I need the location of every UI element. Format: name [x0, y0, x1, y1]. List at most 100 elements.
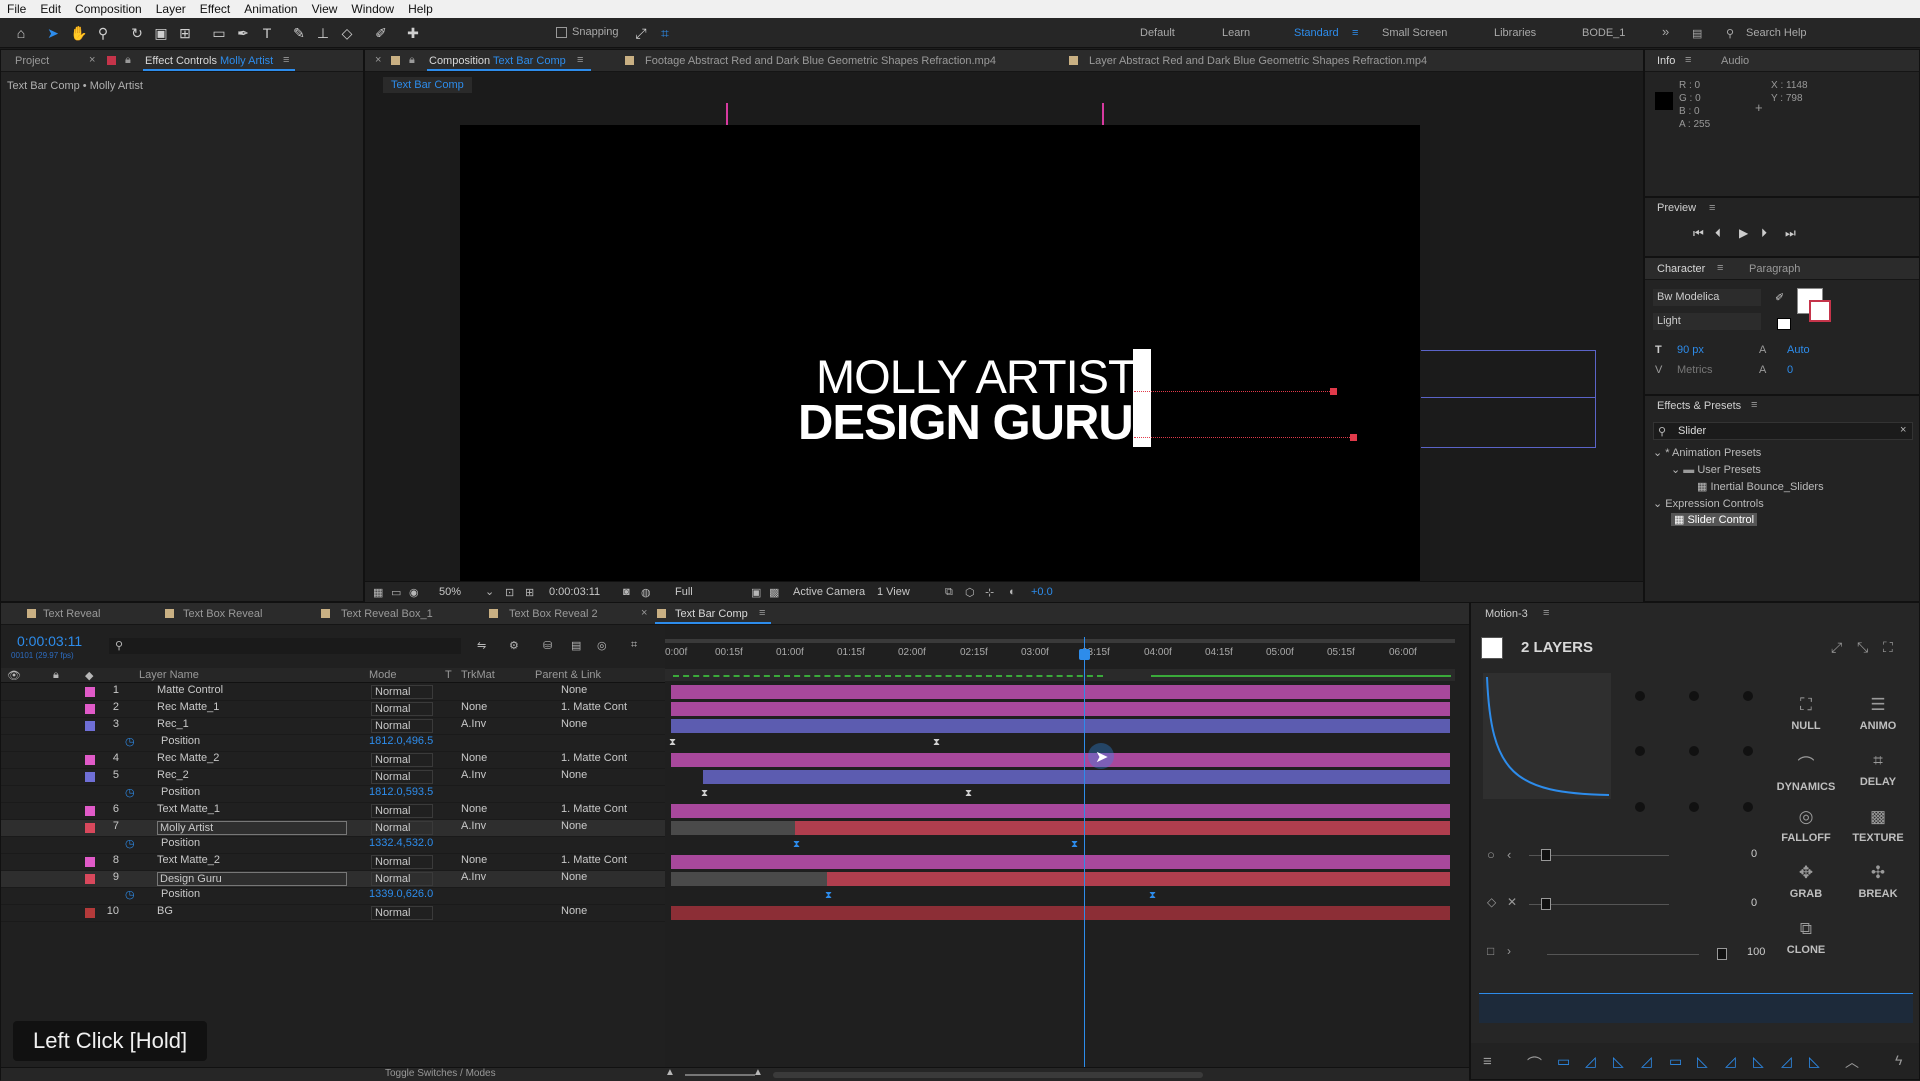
- anchor-dot[interactable]: [1689, 802, 1699, 812]
- keyframe-handle[interactable]: [1330, 388, 1337, 395]
- slider-value-1[interactable]: 0: [1751, 848, 1757, 860]
- pan-behind-tool-icon[interactable]: ⊞: [176, 24, 194, 42]
- slider-handle-1[interactable]: [1541, 849, 1551, 861]
- easing-graph[interactable]: [1483, 673, 1611, 799]
- draft-3d-icon[interactable]: ⬡: [965, 586, 975, 599]
- layer-name[interactable]: Text Matte_2: [157, 854, 220, 866]
- resolution-dropdown[interactable]: Full: [675, 586, 693, 598]
- close-icon[interactable]: ×: [641, 607, 647, 619]
- layer-search-input[interactable]: ⚲: [109, 638, 461, 654]
- menu-layer[interactable]: Layer: [149, 2, 193, 16]
- keyframe-icon[interactable]: ⧗: [933, 738, 940, 748]
- title-line-design[interactable]: DESIGN GURU: [798, 395, 1134, 451]
- layer-bar[interactable]: [671, 855, 1450, 869]
- property-row[interactable]: ◷ Position 1339.0,626.0: [1, 888, 667, 905]
- panel-menu-icon[interactable]: ≡: [759, 607, 765, 619]
- mode-dropdown[interactable]: Normal: [371, 855, 433, 869]
- composition-mini-flowchart-icon[interactable]: ⇋: [477, 639, 486, 652]
- shy-layers-icon[interactable]: ⛁: [543, 639, 552, 652]
- chevron-right-icon[interactable]: ›: [1507, 944, 1511, 958]
- monitor-icon[interactable]: ▭: [391, 586, 401, 599]
- region-icon[interactable]: ▣: [751, 586, 761, 599]
- dynamics-button[interactable]: ⌒ DYNAMICS: [1771, 751, 1841, 793]
- mode-dropdown[interactable]: Normal: [371, 719, 433, 733]
- ease-preset-icon[interactable]: ◿: [1725, 1053, 1736, 1070]
- collapse-icon[interactable]: ⤡: [1857, 639, 1868, 656]
- anchor-dot[interactable]: [1689, 746, 1699, 756]
- stopwatch-icon[interactable]: ◷: [125, 786, 135, 799]
- timeline-tab[interactable]: Text Box Reveal: [183, 608, 262, 620]
- layer-bar[interactable]: [671, 753, 1450, 767]
- layer-row-selected[interactable]: 9 Design Guru Normal A.Inv None: [1, 871, 667, 888]
- eyedropper-icon[interactable]: ✐: [1775, 291, 1784, 304]
- viewer-subtab[interactable]: Text Bar Comp: [383, 77, 472, 93]
- fit-icon[interactable]: ⛶: [1883, 639, 1893, 656]
- lock-icon[interactable]: 🔒︎: [409, 54, 415, 67]
- frame-blending-icon[interactable]: ▤: [571, 639, 581, 652]
- leading-field[interactable]: Auto: [1787, 344, 1810, 356]
- layer-name[interactable]: Rec Matte_1: [157, 701, 219, 713]
- hamburger-icon[interactable]: ≡: [1483, 1053, 1492, 1070]
- menu-help[interactable]: Help: [401, 2, 440, 16]
- circle-icon[interactable]: ○: [1487, 847, 1495, 862]
- parent-dropdown[interactable]: None: [561, 718, 641, 730]
- tab-composition[interactable]: Composition Text Bar Comp: [429, 55, 566, 67]
- panel-menu-icon[interactable]: ≡: [1709, 202, 1715, 214]
- panel-menu-icon[interactable]: ≡: [1717, 262, 1723, 274]
- slider-handle-2[interactable]: [1541, 898, 1551, 910]
- workspace-standard[interactable]: Standard: [1294, 27, 1339, 39]
- mode-dropdown[interactable]: Normal: [371, 702, 433, 716]
- exposure-icon[interactable]: ◐: [1009, 586, 1016, 598]
- search-icon[interactable]: ⚲: [1726, 27, 1734, 40]
- fit-icon[interactable]: ⊡: [505, 586, 514, 599]
- close-icon[interactable]: ×: [375, 54, 381, 66]
- font-size-field[interactable]: 90 px: [1677, 344, 1704, 356]
- selection-tool-icon[interactable]: ➤: [44, 24, 62, 42]
- col-t[interactable]: T: [445, 669, 452, 681]
- kerning-field[interactable]: Metrics: [1677, 364, 1712, 376]
- workspace-small-screen[interactable]: Small Screen: [1382, 27, 1447, 39]
- motion-blur-icon[interactable]: ◎: [597, 639, 607, 652]
- layer-bar[interactable]: [671, 702, 1450, 716]
- anchor-icon[interactable]: ⌒: [1527, 1053, 1542, 1074]
- keyframe-icon[interactable]: ⧗: [965, 789, 972, 799]
- texture-button[interactable]: ▩ TEXTURE: [1843, 807, 1913, 844]
- workspace-bode[interactable]: BODE_1: [1582, 27, 1625, 39]
- square-icon[interactable]: □: [1487, 944, 1494, 958]
- clone-stamp-tool-icon[interactable]: ⊥: [314, 24, 332, 42]
- font-style-dropdown[interactable]: Light: [1653, 313, 1761, 330]
- playhead[interactable]: [1084, 637, 1085, 1067]
- workspace-libraries[interactable]: Libraries: [1494, 27, 1536, 39]
- ease-preset-icon[interactable]: ◺: [1613, 1053, 1624, 1070]
- layer-row-selected[interactable]: 7 Molly Artist Normal A.Inv None: [1, 820, 667, 837]
- horizontal-scrollbar[interactable]: [773, 1072, 1203, 1078]
- ease-preset-icon[interactable]: ◺: [1753, 1053, 1764, 1070]
- anchor-dot[interactable]: [1743, 691, 1753, 701]
- property-value[interactable]: 1332.4,532.0: [369, 837, 433, 849]
- zoom-in-icon[interactable]: ▲: [753, 1067, 763, 1078]
- motion-timeline-strip[interactable]: [1479, 993, 1913, 1023]
- col-mode[interactable]: Mode: [369, 669, 397, 681]
- timeline-track-area[interactable]: 0:00f 00:15f 01:00f 01:15f 02:00f 02:15f…: [665, 625, 1469, 1081]
- channel-icon[interactable]: ◍: [641, 586, 651, 599]
- col-parent[interactable]: Parent & Link: [535, 669, 601, 681]
- lightning-icon[interactable]: ϟ: [1895, 1052, 1902, 1068]
- work-area-bar[interactable]: [665, 639, 1455, 643]
- stopwatch-icon[interactable]: ◷: [125, 837, 135, 850]
- keyframe-icon[interactable]: ⧗: [825, 891, 832, 901]
- menu-effect[interactable]: Effect: [193, 2, 237, 16]
- keyframe-icon[interactable]: ⧗: [1071, 840, 1078, 850]
- anchor-dot[interactable]: [1635, 802, 1645, 812]
- home-icon[interactable]: ⌂: [12, 24, 30, 42]
- layer-name[interactable]: BG: [157, 905, 173, 917]
- puppet-tool-icon[interactable]: ✚: [404, 24, 422, 42]
- keyframe-handle[interactable]: [1350, 434, 1357, 441]
- anchor-dot[interactable]: [1635, 746, 1645, 756]
- animo-button[interactable]: ☰ ANIMO: [1843, 695, 1913, 732]
- layer-name[interactable]: Text Matte_1: [157, 803, 220, 815]
- zoom-tool-icon[interactable]: ⚲: [94, 24, 112, 42]
- anchor-dot[interactable]: [1689, 691, 1699, 701]
- layer-bar[interactable]: [827, 872, 1450, 886]
- keyframe-icon[interactable]: ⧗: [669, 738, 676, 748]
- type-tool-icon[interactable]: T: [258, 24, 276, 42]
